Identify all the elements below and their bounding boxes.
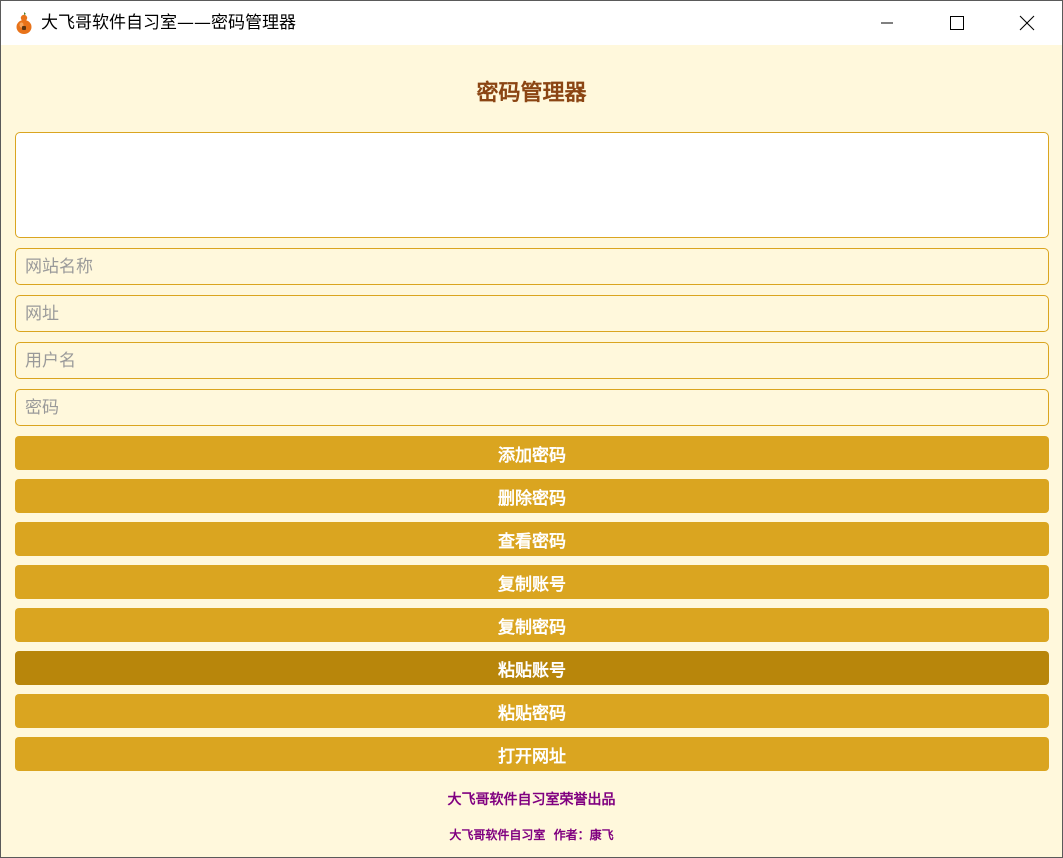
footer-author: 大飞哥软件自习室 作者：康飞 (449, 828, 614, 842)
paste-account-button[interactable]: 粘贴账号 (15, 651, 1049, 685)
main-content: 密码管理器 添加密码 删除密码 查看密码 复制账号 复制密码 粘贴账号 粘贴密码… (1, 45, 1062, 857)
title-bar[interactable]: 大飞哥软件自习室——密码管理器 (1, 1, 1062, 45)
url-input[interactable] (15, 295, 1049, 332)
page-title: 密码管理器 (476, 80, 587, 106)
open-url-button[interactable]: 打开网址 (15, 737, 1049, 771)
footer-credit: 大飞哥软件自习室荣誉出品 (447, 792, 616, 808)
close-button[interactable] (992, 1, 1062, 45)
minimize-icon (881, 22, 893, 24)
view-password-button[interactable]: 查看密码 (15, 522, 1049, 556)
app-window: 大飞哥软件自习室——密码管理器 密码管理器 网站名称 网址 用户名 密码 添加密… (0, 0, 1063, 858)
window-title: 大飞哥软件自习室——密码管理器 (41, 13, 296, 33)
delete-password-button[interactable]: 删除密码 (15, 479, 1049, 513)
copy-account-button[interactable]: 复制账号 (15, 565, 1049, 599)
maximize-icon (950, 16, 964, 30)
add-password-button[interactable]: 添加密码 (15, 436, 1049, 470)
maximize-button[interactable] (922, 1, 992, 45)
close-icon (1019, 15, 1035, 31)
minimize-button[interactable] (852, 1, 922, 45)
password-display-area[interactable] (15, 132, 1049, 238)
password-input[interactable] (15, 389, 1049, 426)
site-name-input[interactable] (15, 248, 1049, 285)
copy-password-button[interactable]: 复制密码 (15, 608, 1049, 642)
gourd-app-icon (15, 11, 33, 35)
window-controls (852, 1, 1062, 45)
paste-password-button[interactable]: 粘贴密码 (15, 694, 1049, 728)
username-input[interactable] (15, 342, 1049, 379)
